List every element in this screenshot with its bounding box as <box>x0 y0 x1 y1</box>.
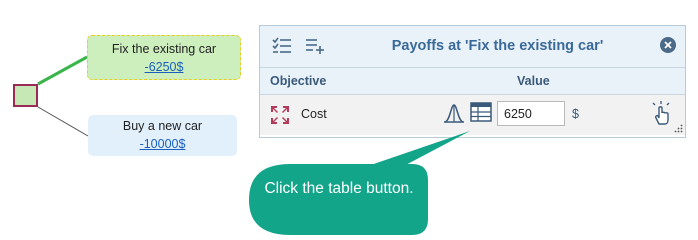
option-title: Buy a new car <box>122 119 203 133</box>
table-row: Cost $ <box>260 95 685 135</box>
distribution-icon[interactable] <box>443 102 465 124</box>
table-icon[interactable] <box>470 102 492 122</box>
column-header-value: Value <box>517 74 550 88</box>
callout-text: Click the table button. <box>264 180 414 197</box>
panel-title: Payoffs at 'Fix the existing car' <box>391 38 604 54</box>
decision-tree-canvas: Fix the existing car -6250$ Buy a new ca… <box>0 0 698 238</box>
close-icon <box>664 41 672 49</box>
objective-name: Cost <box>301 107 327 121</box>
decision-node[interactable] <box>13 84 38 107</box>
resize-grip-icon[interactable] <box>674 124 683 133</box>
column-header-objective: Objective <box>270 74 327 88</box>
option-title: Fix the existing car <box>111 42 217 56</box>
option-card-fix-existing-car[interactable]: Fix the existing car -6250$ <box>87 35 241 80</box>
option-payoff-link[interactable]: -6250$ <box>145 60 184 74</box>
payoffs-panel: Payoffs at 'Fix the existing car' Object… <box>259 25 686 138</box>
add-list-icon[interactable] <box>305 37 325 55</box>
option-payoff-link[interactable]: -10000$ <box>140 137 186 151</box>
checklist-icon[interactable] <box>272 37 292 55</box>
cost-value-input[interactable] <box>497 101 565 126</box>
column-header-row: Objective Value <box>260 68 685 95</box>
cost-icon <box>271 106 289 124</box>
hand-pointer-icon[interactable] <box>650 100 672 126</box>
option-card-buy-new-car[interactable]: Buy a new car -10000$ <box>88 115 237 156</box>
panel-header: Payoffs at 'Fix the existing car' <box>260 26 685 68</box>
close-button[interactable] <box>660 37 676 53</box>
unit-label: $ <box>572 107 579 121</box>
